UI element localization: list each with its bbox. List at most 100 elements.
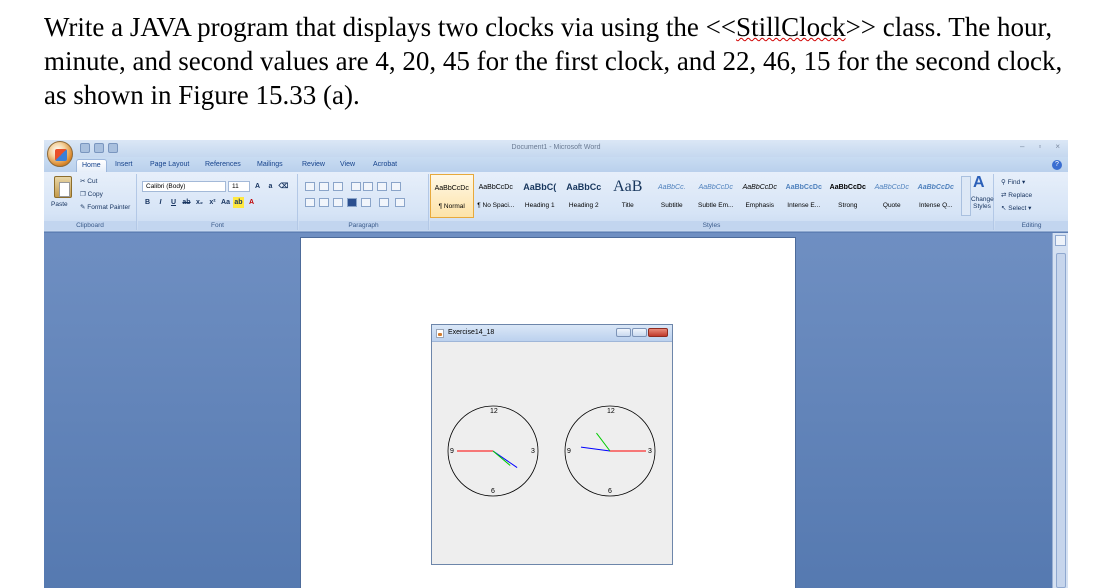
tab-insert[interactable]: Insert [110, 159, 138, 172]
increase-indent-icon[interactable] [363, 182, 373, 191]
font-name-select[interactable]: Calibri (Body) [142, 181, 226, 192]
style-name: Strong [838, 202, 858, 209]
style-11[interactable]: AaBbCcDc Intense Q... [914, 174, 958, 218]
copy-button[interactable]: ❐ Copy [80, 190, 103, 198]
scroll-thumb[interactable] [1056, 253, 1066, 588]
paste-icon[interactable] [54, 176, 72, 198]
style-sample: AaBbCcDc [917, 184, 954, 191]
font-group: Calibri (Body) 11 A a ⌫ B I U ab x₂ x² A… [138, 174, 298, 230]
grow-font-icon[interactable]: A [252, 181, 263, 192]
question-class-name: StillClock [736, 12, 846, 42]
italic-icon[interactable]: I [155, 197, 166, 208]
font-color-icon[interactable]: A [246, 197, 257, 208]
ribbon: Paste ✂ Cut ❐ Copy ✎ Format Painter Clip… [44, 172, 1068, 232]
select-button[interactable]: ↖ Select ▾ [1001, 204, 1031, 212]
dial-label: 6 [491, 488, 495, 495]
tab-acrobat[interactable]: Acrobat [368, 159, 402, 172]
align-center-icon[interactable] [319, 198, 329, 207]
restore-icon[interactable]: ▫ [1038, 142, 1041, 151]
format-painter-button[interactable]: ✎ Format Painter [80, 203, 130, 211]
justify-icon[interactable] [347, 198, 357, 207]
style-7[interactable]: AaBbCcDc Emphasis [738, 174, 782, 218]
vertical-scrollbar[interactable] [1052, 233, 1068, 588]
style-2[interactable]: AaBbC(Heading 1 [518, 174, 562, 218]
ribbon-tabs: Home Insert Page Layout References Maili… [44, 157, 1068, 172]
shading-icon[interactable] [379, 198, 389, 207]
bold-icon[interactable]: B [142, 197, 153, 208]
change-styles-button[interactable]: Change Styles [971, 196, 994, 210]
sort-icon[interactable] [377, 182, 387, 191]
numbering-icon[interactable] [319, 182, 329, 191]
paste-button[interactable]: Paste [51, 201, 68, 208]
java-window-title: Exercise14_18 [448, 329, 495, 336]
tab-page-layout[interactable]: Page Layout [145, 159, 194, 172]
tab-home[interactable]: Home [76, 159, 107, 172]
style-name: Subtle Em... [698, 202, 734, 209]
minimize-icon[interactable]: – [1020, 142, 1024, 151]
bullets-icon[interactable] [305, 182, 315, 191]
style-0[interactable]: AaBbCcDc ¶ Normal [430, 174, 474, 218]
style-5[interactable]: AaBbCc. Subtitle [650, 174, 694, 218]
tab-review[interactable]: Review [297, 159, 330, 172]
editing-label: Editing [995, 221, 1068, 230]
java-maximize-icon[interactable] [632, 328, 647, 337]
style-4[interactable]: AaB Title [606, 174, 650, 218]
style-3[interactable]: AaBbCc Heading 2 [562, 174, 606, 218]
style-name: ¶ No Spaci... [477, 202, 515, 209]
show-marks-icon[interactable] [391, 182, 401, 191]
multilevel-list-icon[interactable] [333, 182, 343, 191]
copy-label: Copy [87, 191, 103, 198]
decrease-indent-icon[interactable] [351, 182, 361, 191]
tab-mailings[interactable]: Mailings [252, 159, 288, 172]
subscript-icon[interactable]: x₂ [194, 197, 205, 208]
style-9[interactable]: AaBbCcDc Strong [826, 174, 870, 218]
align-right-icon[interactable] [333, 198, 343, 207]
find-button[interactable]: ⚲ Find ▾ [1001, 178, 1025, 186]
dial-label: 6 [608, 488, 612, 495]
cut-button[interactable]: ✂ Cut [80, 177, 97, 185]
tab-references[interactable]: References [200, 159, 246, 172]
font-size-buttons: A a ⌫ [252, 181, 289, 192]
clock-1: 12 3 6 9 [447, 405, 539, 497]
underline-icon[interactable]: U [168, 197, 179, 208]
highlight-icon[interactable]: ab [233, 197, 244, 208]
borders-icon[interactable] [395, 198, 405, 207]
style-name: Subtitle [660, 202, 683, 209]
style-sample: AaBbCcDc [874, 184, 909, 191]
copy-icon: ❐ [80, 191, 88, 198]
superscript-icon[interactable]: x² [207, 197, 218, 208]
gallery-scroll[interactable] [961, 176, 971, 216]
clear-format-icon[interactable]: ⌫ [278, 181, 289, 192]
dial-label: 9 [567, 448, 571, 455]
view-ruler-icon[interactable] [1055, 235, 1066, 246]
paragraph-group: Paragraph [299, 174, 429, 230]
style-6[interactable]: AaBbCcDc Subtle Em... [694, 174, 738, 218]
java-window: Exercise14_18 12 3 6 9 12 3 6 9 [431, 324, 673, 565]
question-part-1: Write a JAVA program that displays two c… [44, 12, 737, 42]
change-styles-icon[interactable]: A [973, 174, 985, 192]
java-close-icon[interactable] [648, 328, 668, 337]
style-name: Heading 2 [568, 202, 599, 209]
format-painter-label: Format Painter [87, 204, 131, 211]
style-1[interactable]: AaBbCcDc ¶ No Spaci... [474, 174, 518, 218]
shrink-font-icon[interactable]: a [265, 181, 276, 192]
clock-2: 12 3 6 9 [564, 405, 656, 497]
style-name: Heading 1 [524, 202, 555, 209]
align-left-icon[interactable] [305, 198, 315, 207]
window-title: Document1 - Microsoft Word [511, 144, 601, 151]
style-10[interactable]: AaBbCcDc Quote [870, 174, 914, 218]
help-icon[interactable]: ? [1052, 160, 1062, 170]
style-8[interactable]: AaBbCcDc Intense E... [782, 174, 826, 218]
close-icon[interactable]: × [1055, 142, 1060, 151]
document-page[interactable]: Exercise14_18 12 3 6 9 12 3 6 9 [300, 237, 796, 588]
strikethrough-icon[interactable]: ab [181, 197, 192, 208]
styles-label: Styles [430, 221, 993, 230]
change-case-icon[interactable]: Aa [220, 197, 231, 208]
word-window: Document1 - Microsoft Word – ▫ × Home In… [44, 140, 1068, 588]
office-button[interactable] [47, 141, 73, 167]
font-size-select[interactable]: 11 [228, 181, 250, 192]
java-minimize-icon[interactable] [616, 328, 631, 337]
line-spacing-icon[interactable] [361, 198, 371, 207]
replace-button[interactable]: ⇄ Replace [1001, 191, 1032, 199]
tab-view[interactable]: View [335, 159, 360, 172]
